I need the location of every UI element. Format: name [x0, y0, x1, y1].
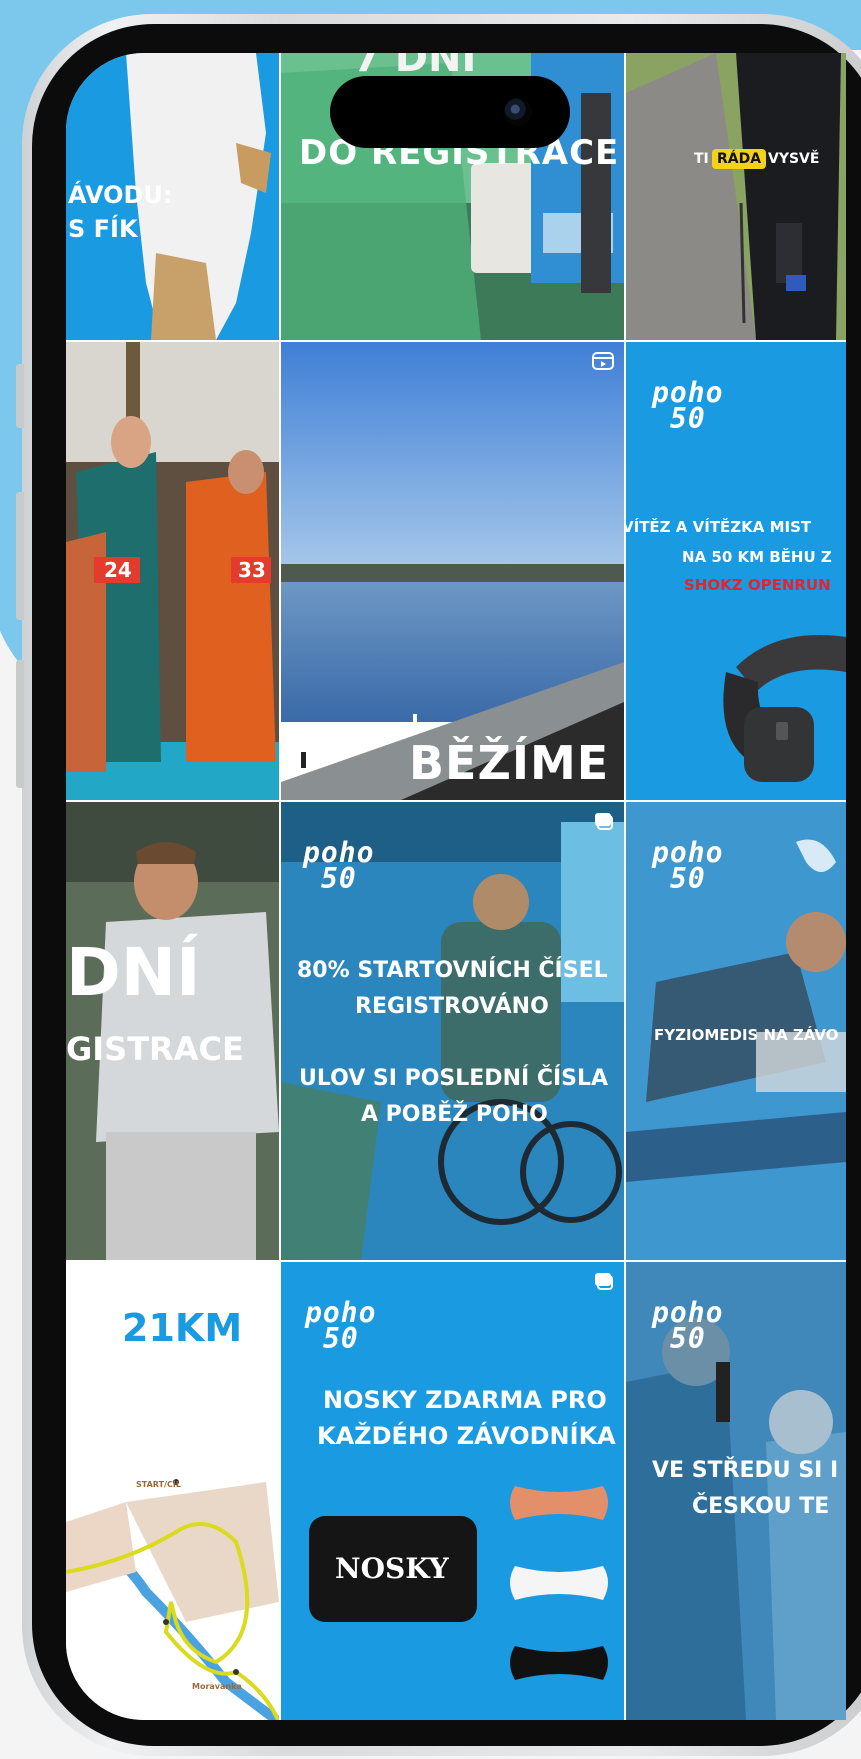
route-map — [66, 1479, 279, 1720]
post-grid: ÁVODU: S FÍK 7 DNÍ DO REGISTRACE RÁDA TI… — [66, 53, 846, 1720]
post-tile-7[interactable]: DNÍ GISTRACE — [66, 802, 279, 1260]
side-button-silent — [16, 364, 24, 428]
phone-screen: ÁVODU: S FÍK 7 DNÍ DO REGISTRACE RÁDA TI… — [66, 53, 846, 1720]
post-tile-5[interactable]: BĚŽÍME — [281, 342, 624, 800]
camera-lens-icon — [504, 98, 532, 126]
post-12-line2: ČESKOU TE — [692, 1494, 830, 1519]
post-3-highlight: RÁDA — [712, 149, 767, 169]
post-6-line1: VÍTĚZ A VÍTĚZKA MIST — [626, 518, 812, 536]
post-tile-4[interactable]: 24 33 — [66, 342, 279, 800]
side-button-volume-down — [16, 660, 24, 788]
post-8-line4: A POBĚŽ POHO — [361, 1102, 548, 1127]
post-tile-12[interactable]: poho 50 VE STŘEDU SI I ČESKOU TE — [626, 1262, 846, 1720]
nordic-walker-photo — [626, 53, 846, 340]
carousel-icon — [592, 812, 614, 830]
lake-dam-photo — [281, 342, 624, 800]
map-label-start: START/CÍL — [136, 1480, 181, 1489]
dynamic-island — [330, 76, 570, 148]
post-1-line1: ÁVODU: — [68, 181, 173, 209]
reel-icon — [592, 352, 614, 370]
post-11-line1: NOSKY ZDARMA PRO — [323, 1386, 607, 1414]
poho50-logo: poho 50 — [652, 836, 724, 895]
post-8-line2: REGISTROVÁNO — [355, 994, 549, 1019]
post-tile-6[interactable]: poho 50 VÍTĚZ A VÍTĚZKA MIST NA 50 KM BĚH… — [626, 342, 846, 800]
grid-divider — [279, 53, 281, 1720]
headphones-image — [723, 635, 846, 782]
post-7-line: GISTRACE — [66, 1030, 244, 1068]
poho50-logo: poho 50 — [652, 376, 724, 435]
post-6-line2: NA 50 KM BĚHU Z — [682, 548, 832, 566]
grid-divider — [66, 1260, 846, 1262]
carousel-icon — [592, 1272, 614, 1290]
side-button-volume-up — [16, 492, 24, 620]
post-3-prefix: TI — [694, 151, 709, 167]
post-11-line2: KAŽDÉHO ZÁVODNÍKA — [317, 1422, 616, 1450]
post-tile-1[interactable]: ÁVODU: S FÍK — [66, 53, 279, 340]
post-11-product: NOSKY — [335, 1552, 449, 1585]
post-3-suffix: VYSVĚ — [768, 151, 820, 167]
post-tile-11[interactable]: poho 50 NOSKY ZDARMA PRO KAŽDÉHO ZÁVODNÍK… — [281, 1262, 624, 1720]
grid-divider — [66, 340, 846, 342]
poho50-logo: poho 50 — [652, 1296, 724, 1355]
post-tile-9[interactable]: poho 50 FYZIOMEDIS NA ZÁVO — [626, 802, 846, 1260]
post-9-line1: FYZIOMEDIS NA ZÁVO — [654, 1026, 839, 1044]
post-5-caption: BĚŽÍME — [409, 736, 610, 790]
post-8-line1: 80% STARTOVNÍCH ČÍSEL — [297, 958, 608, 983]
post-1-line2: S FÍK — [68, 215, 138, 243]
post-10-title: 21KM — [122, 1306, 243, 1350]
post-tile-8[interactable]: poho 50 80% STARTOVNÍCH ČÍSEL REGISTROVÁN… — [281, 802, 624, 1260]
post-6-line3: SHOKZ OPENRUN — [684, 576, 831, 594]
map-label-moravanka: Moravanka — [192, 1682, 242, 1691]
post-tile-3[interactable]: RÁDA TI VYSVĚ — [626, 53, 846, 340]
post-4-bib-2: 33 — [238, 558, 266, 582]
nose-strips — [510, 1486, 608, 1680]
poho50-logo: poho 50 — [303, 836, 375, 895]
post-tile-10[interactable]: 21KM START/CÍL Moravanka — [66, 1262, 279, 1720]
post-7-big: DNÍ — [66, 934, 201, 1011]
grid-divider — [624, 53, 626, 1720]
post-12-line1: VE STŘEDU SI I — [652, 1458, 839, 1483]
grid-divider — [66, 800, 846, 802]
post-4-bib-1: 24 — [104, 558, 132, 582]
poho50-logo: poho 50 — [305, 1296, 377, 1355]
post-8-line3: ULOV SI POSLEDNÍ ČÍSLA — [299, 1066, 609, 1091]
